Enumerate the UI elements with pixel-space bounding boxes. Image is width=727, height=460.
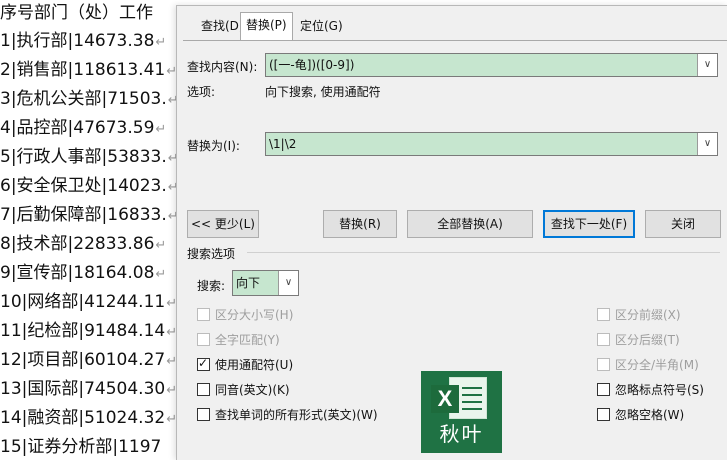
- replace-label: 替换为(I):: [187, 139, 240, 153]
- search-direction-label: 搜索:: [197, 279, 226, 293]
- checkbox-box: [197, 408, 210, 421]
- grid-lines: [462, 382, 482, 412]
- doc-line: 12|项目部|60104.27↵: [0, 350, 178, 370]
- doc-line: 1|执行部|14673.38↵: [0, 31, 167, 51]
- doc-line: 13|国际部|74504.30↵: [0, 379, 178, 399]
- search-options-title: 搜索选项: [187, 247, 236, 261]
- all-word-forms-checkbox[interactable]: 查找单词的所有形式(英文)(W): [197, 407, 378, 423]
- doc-line: 9|宣传部|18164.08↵: [0, 263, 167, 283]
- chevron-down-icon[interactable]: ∨: [278, 271, 298, 295]
- close-button[interactable]: 关闭: [645, 210, 721, 238]
- tab-goto[interactable]: 定位(G): [295, 14, 348, 38]
- chevron-down-icon[interactable]: ∨: [697, 54, 717, 76]
- use-wildcards-checkbox[interactable]: ✓ 使用通配符(U): [197, 356, 293, 373]
- doc-line: 4|品控部|47673.59↵: [0, 118, 167, 138]
- doc-line: 7|后勤保障部|16833.↵: [0, 205, 179, 225]
- doc-line: 14|融资部|51024.32↵: [0, 408, 178, 428]
- doc-line: 5|行政人事部|53833.↵: [0, 147, 179, 167]
- find-next-button[interactable]: 查找下一处(F): [543, 210, 635, 238]
- options-label: 选项:: [187, 85, 216, 99]
- doc-line: 15|证券分析部|1197: [0, 437, 162, 457]
- doc-line: 8|技术部|22833.86↵: [0, 234, 167, 254]
- doc-line: 10|网络部|41244.11↵: [0, 292, 178, 312]
- excel-logo-watermark: X 秋叶: [421, 371, 502, 453]
- replace-value: \1|\2: [269, 137, 297, 151]
- section-divider: [247, 252, 720, 253]
- find-label: 查找内容(N):: [187, 60, 258, 74]
- check-icon: ✓: [198, 356, 209, 370]
- replace-all-button[interactable]: 全部替换(A): [407, 210, 533, 238]
- checkbox-box: [597, 308, 610, 321]
- find-value: ([一-龟])([0-9]): [269, 58, 355, 72]
- replace-input[interactable]: \1|\2 ∨: [265, 132, 718, 156]
- whole-word-checkbox[interactable]: 全字匹配(Y): [197, 332, 280, 348]
- checkbox-box: [197, 308, 210, 321]
- search-direction-value: 向下: [236, 276, 261, 290]
- search-direction-select[interactable]: 向下 ∨: [232, 270, 299, 296]
- document-area: 序号部门（处）工作 1|执行部|14673.38↵ 2|销售部|118613.4…: [0, 0, 200, 459]
- tab-divider: [183, 40, 727, 41]
- ignore-punctuation-checkbox[interactable]: 忽略标点符号(S): [597, 382, 704, 398]
- checkbox-box: [197, 333, 210, 346]
- checkbox-box: ✓: [197, 356, 210, 371]
- find-input[interactable]: ([一-龟])([0-9]) ∨: [265, 53, 718, 77]
- replace-button[interactable]: 替换(R): [323, 210, 397, 238]
- doc-line: 2|销售部|118613.41↵: [0, 60, 178, 80]
- less-button[interactable]: << 更少(L): [187, 210, 259, 238]
- sounds-like-checkbox[interactable]: 同音(英文)(K): [197, 382, 290, 398]
- checkbox-box: [597, 408, 610, 421]
- watermark-text: 秋叶: [439, 422, 484, 446]
- match-prefix-checkbox[interactable]: 区分前缀(X): [597, 307, 681, 323]
- checkbox-box: [597, 333, 610, 346]
- checkbox-box: [597, 358, 610, 371]
- excel-x-icon: X: [431, 385, 459, 413]
- doc-line: 11|纪检部|91484.14↵: [0, 321, 178, 341]
- ignore-whitespace-checkbox[interactable]: 忽略空格(W): [597, 407, 684, 423]
- checkbox-box: [597, 383, 610, 396]
- match-case-checkbox[interactable]: 区分大小写(H): [197, 307, 293, 323]
- checkbox-box: [197, 383, 210, 396]
- doc-line: 6|安全保卫处|14023.↵: [0, 176, 179, 196]
- chevron-down-icon[interactable]: ∨: [697, 133, 717, 155]
- match-suffix-checkbox[interactable]: 区分后缀(T): [597, 332, 680, 348]
- options-value: 向下搜索, 使用通配符: [265, 85, 381, 99]
- match-width-checkbox[interactable]: 区分全/半角(M): [597, 357, 699, 373]
- doc-line: 3|危机公关部|71503.↵: [0, 89, 179, 109]
- doc-line-header: 序号部门（处）工作: [0, 3, 153, 23]
- tab-replace[interactable]: 替换(P): [240, 12, 293, 41]
